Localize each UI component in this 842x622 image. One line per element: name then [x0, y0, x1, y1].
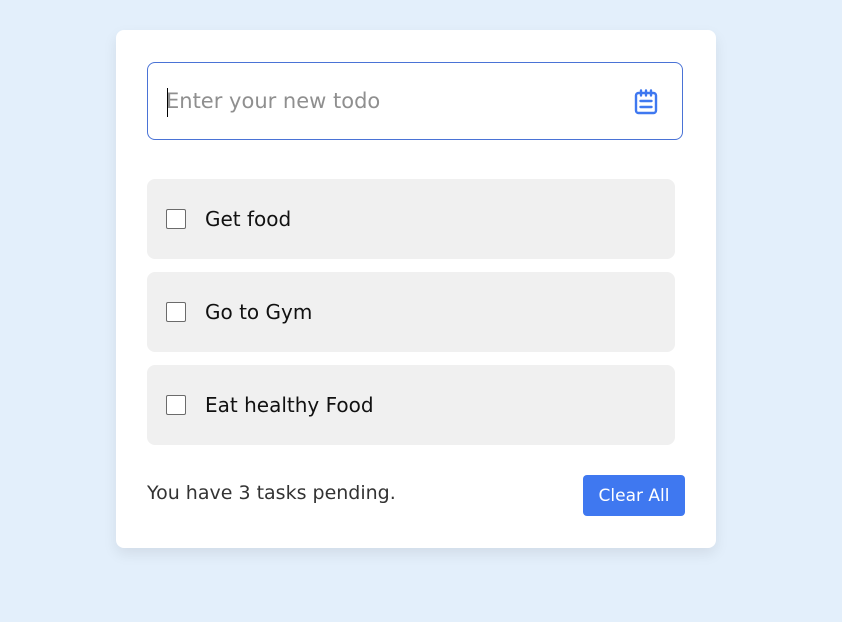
todo-item[interactable]: Get food: [147, 179, 675, 259]
todo-item[interactable]: Eat healthy Food: [147, 365, 675, 445]
todo-input[interactable]: [166, 63, 606, 139]
todo-input-wrapper: [147, 62, 683, 140]
todo-checkbox[interactable]: [166, 209, 186, 229]
pending-count-text: You have 3 tasks pending.: [147, 482, 396, 504]
todo-label: Eat healthy Food: [205, 393, 374, 417]
todo-footer: You have 3 tasks pending. Clear All: [147, 474, 685, 516]
todo-item[interactable]: Go to Gym: [147, 272, 675, 352]
text-cursor: [167, 88, 168, 117]
clear-all-button[interactable]: Clear All: [583, 475, 685, 516]
todo-list: Get food Go to Gym Eat healthy Food: [147, 179, 675, 458]
todo-checkbox[interactable]: [166, 302, 186, 322]
todo-checkbox[interactable]: [166, 395, 186, 415]
todo-label: Get food: [205, 207, 292, 231]
todo-card: Get food Go to Gym Eat healthy Food You …: [116, 30, 716, 548]
notepad-icon[interactable]: [632, 88, 660, 116]
app-background: { "input": { "placeholder": "Enter your …: [0, 0, 842, 622]
todo-label: Go to Gym: [205, 300, 313, 324]
